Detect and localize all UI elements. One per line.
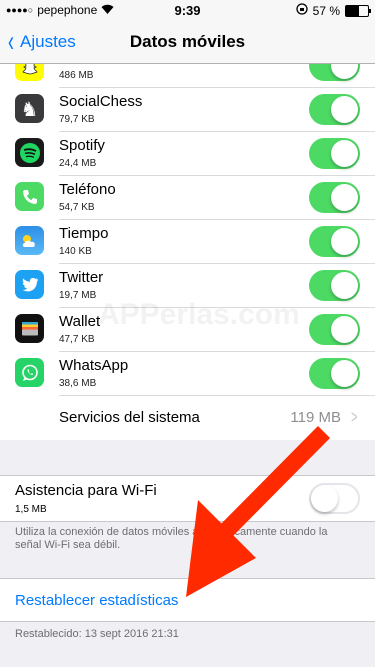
annotation-arrow-icon (186, 426, 331, 597)
